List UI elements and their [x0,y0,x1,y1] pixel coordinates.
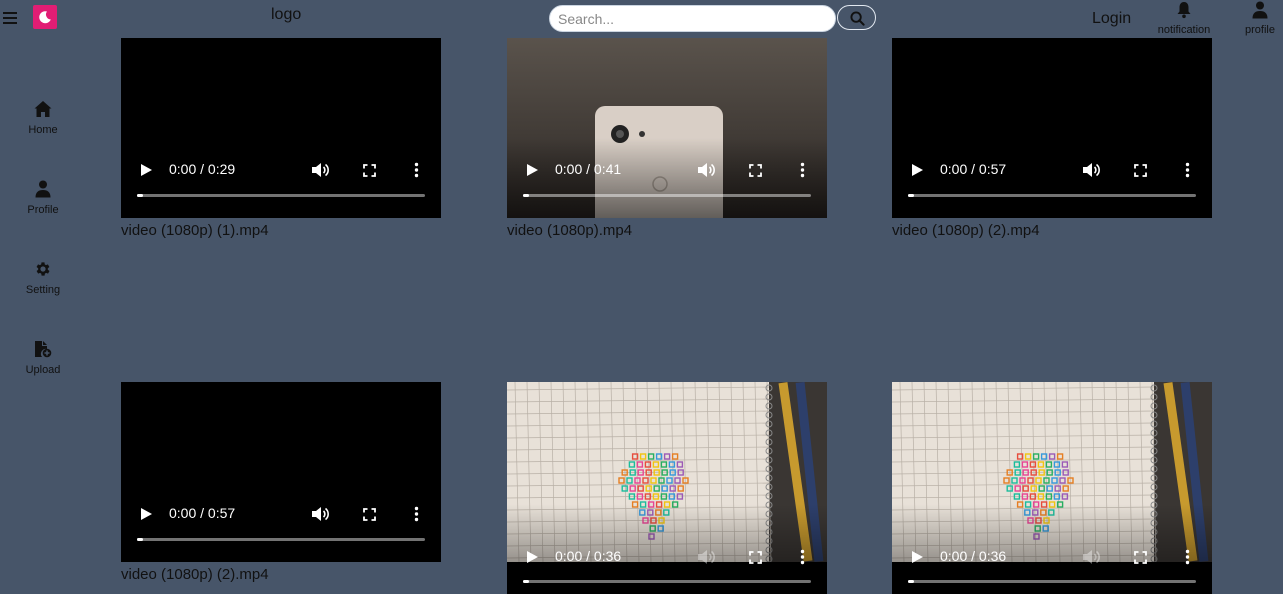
video-player[interactable]: 0:00 / 0:36 [507,382,827,594]
more-options-icon[interactable] [1185,162,1190,178]
fullscreen-icon[interactable] [1134,551,1147,564]
notification-button[interactable]: notification [1152,1,1216,36]
sidebar-item-label: Upload [25,364,61,376]
video-title: video (1080p) (2).mp4 [121,566,269,583]
video-player[interactable]: 0:00 / 0:57 [121,382,441,562]
profile-label: profile [1245,24,1275,36]
fullscreen-icon[interactable] [1134,164,1147,177]
play-icon[interactable] [910,163,924,177]
controls-shade [121,138,441,218]
sidebar-item-home[interactable]: Home [0,100,86,140]
sidebar-item-upload[interactable]: Upload [0,340,86,380]
video-progress-bar[interactable] [523,194,811,197]
controls-shade [121,482,441,562]
top-bar: logo Login notification profile [0,0,1283,38]
play-icon[interactable] [139,163,153,177]
logo-text[interactable]: logo [271,6,301,24]
progress-fill [908,580,914,583]
video-progress-bar[interactable] [137,538,425,541]
login-link[interactable]: Login [1092,10,1131,28]
moon-logo-icon[interactable] [33,5,57,29]
video-progress-bar[interactable] [137,194,425,197]
video-player[interactable]: 0:00 / 0:29 [121,38,441,218]
notification-label: notification [1157,24,1211,36]
video-time: 0:00 / 0:57 [940,161,1007,177]
progress-fill [908,194,914,197]
video-title: video (1080p) (1).mp4 [121,222,269,239]
fullscreen-icon[interactable] [363,508,376,521]
profile-button[interactable]: profile [1239,1,1281,36]
play-icon[interactable] [910,550,924,564]
more-options-icon[interactable] [800,162,805,178]
volume-icon[interactable] [697,162,715,178]
video-time: 0:00 / 0:36 [940,548,1007,564]
more-options-icon[interactable] [414,162,419,178]
volume-icon[interactable] [311,162,329,178]
search-button[interactable] [837,5,876,30]
progress-fill [523,580,529,583]
video-player[interactable]: 0:00 / 0:41 [507,38,827,218]
progress-fill [137,194,143,197]
video-time: 0:00 / 0:57 [169,505,236,521]
play-icon[interactable] [525,550,539,564]
volume-icon[interactable] [1082,549,1100,565]
home-icon [34,101,52,117]
fullscreen-icon[interactable] [749,551,762,564]
play-icon[interactable] [139,507,153,521]
sidebar-item-label: Profile [27,204,59,216]
more-options-icon[interactable] [800,549,805,565]
fullscreen-icon[interactable] [749,164,762,177]
controls-shade [507,138,827,218]
video-time: 0:00 / 0:29 [169,161,236,177]
sidebar-item-label: Setting [25,284,61,296]
user-icon [35,180,51,198]
more-options-icon[interactable] [414,506,419,522]
progress-fill [523,194,529,197]
video-progress-bar[interactable] [523,580,811,583]
video-progress-bar[interactable] [908,194,1196,197]
video-time: 0:00 / 0:36 [555,548,622,564]
gear-icon [36,262,50,276]
more-options-icon[interactable] [1185,549,1190,565]
video-title: video (1080p).mp4 [507,222,633,239]
video-time: 0:00 / 0:41 [555,161,622,177]
volume-icon[interactable] [311,506,329,522]
fullscreen-icon[interactable] [363,164,376,177]
controls-shade [892,138,1212,218]
bell-icon [1177,2,1191,19]
user-icon [1252,1,1268,19]
video-title: video (1080p) (2).mp4 [892,222,1040,239]
progress-fill [137,538,143,541]
video-progress-bar[interactable] [908,580,1196,583]
volume-icon[interactable] [1082,162,1100,178]
file-upload-icon [35,341,52,358]
hamburger-menu-icon[interactable] [3,10,17,24]
video-player[interactable]: 0:00 / 0:36 [892,382,1212,594]
sidebar-item-label: Home [28,124,58,136]
play-icon[interactable] [525,163,539,177]
sidebar-item-setting[interactable]: Setting [0,260,86,300]
search-input[interactable] [549,5,836,32]
video-player[interactable]: 0:00 / 0:57 [892,38,1212,218]
sidebar-item-profile[interactable]: Profile [0,180,86,220]
search-icon [850,11,865,26]
volume-icon[interactable] [697,549,715,565]
